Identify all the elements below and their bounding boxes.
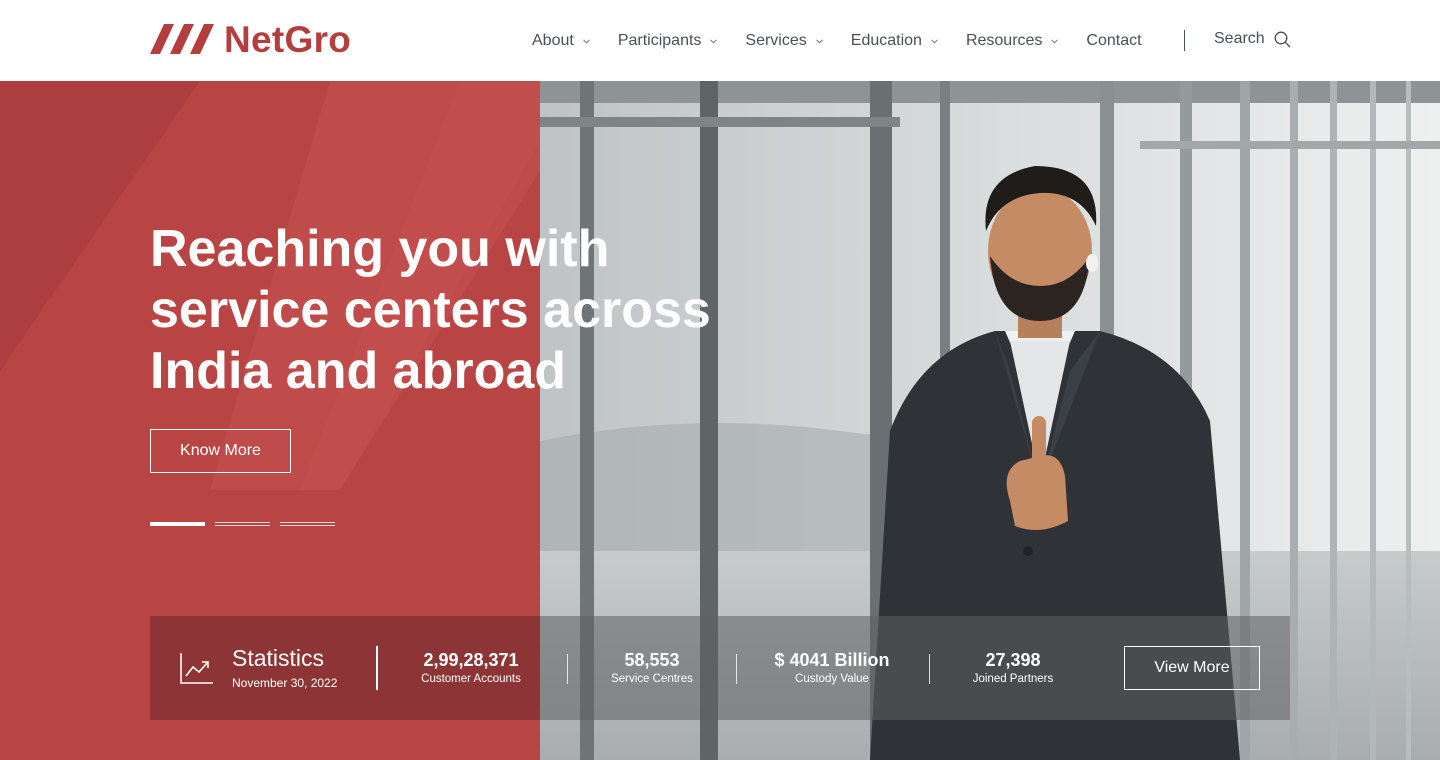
stat-customer-accounts: 2,99,28,371 Customer Accounts [405,650,537,685]
nav-item-label: Participants [617,32,702,49]
hero-headline-line: Reaching you with [150,220,610,278]
slider-pagination [150,522,345,526]
nav-item-label: Education [850,32,922,49]
chevron-down-icon [815,38,823,44]
stats-divider [929,654,930,684]
view-more-button[interactable]: View More [1124,646,1260,690]
main-nav: About Participants Services Education Re… [532,30,1170,52]
stat-label: Custody Value [795,673,869,685]
nav-item-contact[interactable]: Contact [1086,32,1141,50]
nav-item-services[interactable]: Services [745,32,823,50]
nav-item-resources[interactable]: Resources [965,32,1059,50]
hero-headline: Reaching you with service centers across… [150,219,750,402]
search-icon [1274,31,1291,47]
know-more-button[interactable]: Know More [150,429,291,473]
trending-chart-icon [180,653,213,684]
brand-name: NetGro [224,19,352,60]
stat-service-centres: 58,553 Service Centres [592,650,712,685]
nav-divider [1184,30,1185,51]
hero-headline-line: service centers across [150,281,711,339]
slider-dot-2[interactable] [215,522,270,526]
stats-title: Statistics [232,645,325,671]
nav-item-label: Services [745,32,807,49]
slider-dot-3[interactable] [280,522,335,526]
search-label: Search [1214,30,1265,47]
nav-item-label: Contact [1086,32,1142,49]
nav-item-participants[interactable]: Participants [618,32,718,50]
stat-label: Joined Partners [972,673,1054,685]
chevron-down-icon [710,38,718,44]
statistics-bar: Statistics November 30, 2022 2,99,28,371… [150,616,1290,720]
stat-label: Service Centres [611,673,693,685]
chevron-down-icon [931,38,938,44]
stat-label: Customer Accounts [421,673,521,685]
nav-item-education[interactable]: Education [851,32,938,50]
stats-date: November 30, 2022 [232,676,338,690]
stat-value: 27,398 [985,650,1041,670]
stat-joined-partners: 27,398 Joined Partners [958,650,1068,685]
brand-logo[interactable]: NetGro [150,19,352,60]
nav-item-label: Resources [965,32,1043,49]
nav-item-label: About [532,32,574,49]
nav-item-about[interactable]: About [532,32,590,50]
chevron-down-icon [1051,38,1059,44]
stats-divider [567,654,568,684]
hero-headline-line: India and abroad [150,342,567,400]
slider-dot-1[interactable] [150,522,205,526]
stats-divider [736,654,737,684]
stat-custody-value: $ 4041 Billion Custody Value [762,650,902,685]
hero-banner: Reaching you with service centers across… [0,81,1440,760]
search-button[interactable]: Search [1214,30,1291,48]
logo-stripes-icon [150,24,214,54]
stats-divider [376,646,378,690]
stat-value: 2,99,28,371 [423,650,519,670]
site-header: NetGro About Participants Services Educa… [0,0,1440,81]
stat-value: 58,553 [624,650,680,670]
chevron-down-icon [582,38,590,44]
stat-value: $ 4041 Billion [774,650,890,670]
